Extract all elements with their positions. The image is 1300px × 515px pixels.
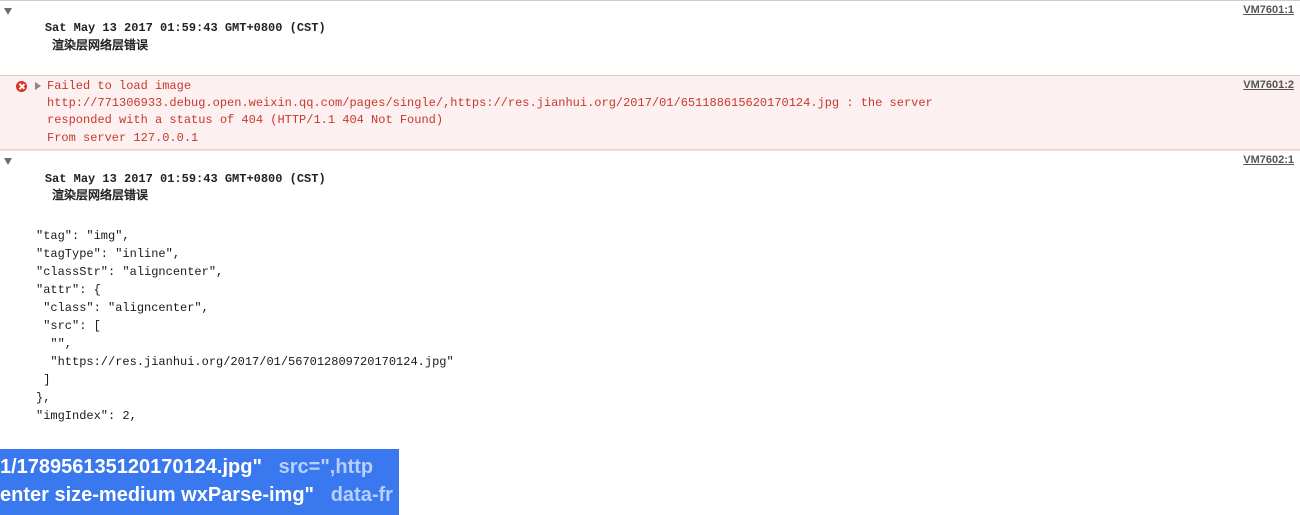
- console-error-row: Failed to load image http://771306933.de…: [0, 75, 1300, 151]
- highlight-seg: src=",http: [279, 456, 374, 478]
- log-timestamp: Sat May 13 2017 01:59:43 GMT+0800 (CST): [45, 172, 326, 186]
- error-detail-line: responded with a status of 404 (HTTP/1.1…: [47, 113, 443, 127]
- log-timestamp: Sat May 13 2017 01:59:43 GMT+0800 (CST): [45, 21, 326, 35]
- highlighted-code-fragment: 1/178956135120170124.jpg" src=",http ent…: [0, 449, 399, 515]
- source-link[interactable]: VM7601:2: [1243, 78, 1294, 94]
- source-link[interactable]: VM7602:1: [1243, 153, 1294, 169]
- error-detail-line: From server 127.0.0.1: [47, 131, 198, 145]
- chevron-down-icon[interactable]: [4, 158, 12, 165]
- log-title: 渲染层网络层错误: [45, 39, 148, 53]
- error-message: Failed to load image http://771306933.de…: [47, 78, 1231, 148]
- console-log-row: Sat May 13 2017 01:59:43 GMT+0800 (CST) …: [0, 150, 1300, 225]
- json-object-block: "tag": "img", "tagType": "inline", "clas…: [0, 225, 1300, 431]
- error-header: Failed to load image: [47, 79, 191, 93]
- log-message: Sat May 13 2017 01:59:43 GMT+0800 (CST) …: [16, 153, 1231, 223]
- log-title: 渲染层网络层错误: [45, 189, 148, 203]
- highlight-seg: enter size-medium wxParse-img": [0, 484, 314, 506]
- source-link[interactable]: VM7601:1: [1243, 3, 1294, 19]
- console-log-row: Sat May 13 2017 01:59:43 GMT+0800 (CST) …: [0, 0, 1300, 75]
- chevron-down-icon[interactable]: [4, 8, 12, 15]
- highlight-seg: data-fr: [331, 484, 393, 506]
- error-detail-line: http://771306933.debug.open.weixin.qq.co…: [47, 96, 933, 110]
- chevron-right-icon[interactable]: [35, 82, 41, 90]
- log-message: Sat May 13 2017 01:59:43 GMT+0800 (CST) …: [16, 3, 1231, 73]
- highlight-seg: 1/178956135120170124.jpg": [0, 456, 262, 478]
- error-icon: [16, 81, 27, 92]
